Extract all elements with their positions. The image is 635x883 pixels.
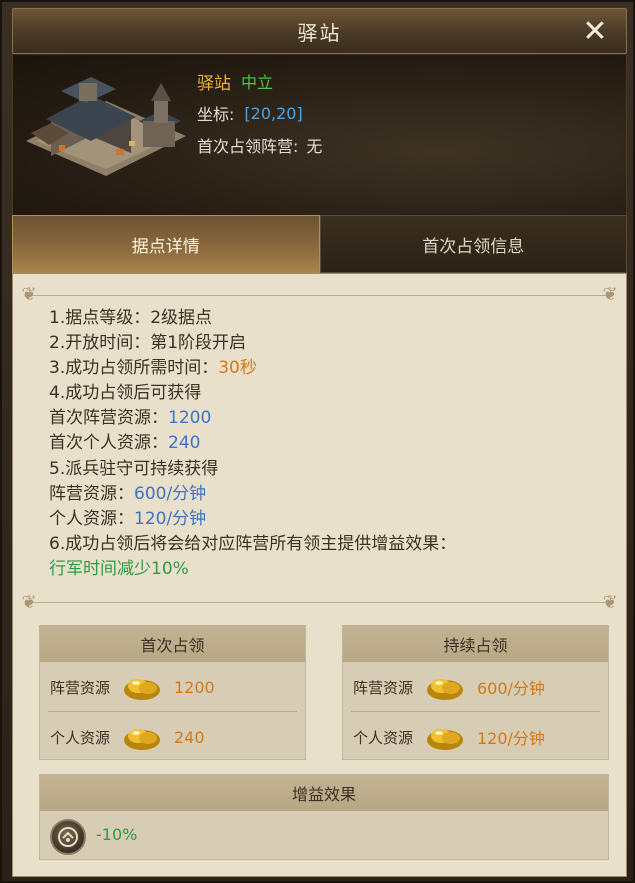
first-capture-faction-row: 阵营资源 1200 — [40, 665, 305, 709]
continuous-personal-row: 个人资源 120/分钟 — [343, 715, 608, 759]
detail-level: 1.据点等级：2级据点 — [49, 308, 213, 328]
corner-ornament-icon: ❦ — [602, 592, 618, 613]
coord-link[interactable]: [20,20] — [244, 104, 302, 123]
corner-ornament-icon: ❦ — [21, 284, 37, 305]
tab-bar: 据点详情 首次占领信息 — [12, 215, 627, 273]
detail-open-time: 2.开放时间：第1阶段开启 — [49, 333, 247, 354]
detail-buff-heading: 6.成功占领后将会给对应阵营所有领主提供增益效果： — [49, 533, 457, 554]
tab-stronghold-details[interactable]: 据点详情 — [12, 215, 320, 273]
title-bar: 驿站 ✕ — [12, 8, 627, 54]
continuous-faction-row: 阵营资源 600/分钟 — [343, 665, 608, 709]
detail-garrison-heading: 5.派兵驻守可持续获得 — [49, 458, 219, 479]
continuous-capture-card: 持续占领 阵营资源 600/分钟 个人资源 120/分钟 — [342, 625, 609, 760]
station-name: 驿站 — [197, 73, 231, 94]
coord-label: 坐标: — [197, 105, 235, 124]
station-info: 驿站 中立 坐标: [20,20] 首次占领阵营: 无 — [197, 65, 322, 161]
station-header: 驿站 中立 坐标: [20,20] 首次占领阵营: 无 — [12, 55, 627, 215]
row-divider — [351, 711, 600, 712]
detail-capture-time: 3.成功占领所需时间：30秒 — [49, 358, 257, 379]
corner-ornament-icon: ❦ — [21, 592, 37, 613]
first-capture-faction-label: 首次占领阵营: — [197, 137, 299, 156]
corner-ornament-icon: ❦ — [602, 284, 618, 305]
march-speed-icon — [50, 819, 86, 855]
detail-first-personal-resource: 首次个人资源：240 — [49, 433, 201, 454]
detail-buff-value: 行军时间减少10% — [49, 558, 189, 579]
close-icon: ✕ — [582, 14, 608, 49]
detail-first-faction-resource: 首次阵营资源：1200 — [49, 408, 212, 429]
buff-value: -10% — [96, 825, 138, 844]
first-capture-card: 首次占领 阵营资源 1200 个人资源 240 — [39, 625, 306, 760]
details-panel: ❦ ❦ ❦ ❦ 1.据点等级：2级据点 2.开放时间：第1阶段开启 3.成功占领… — [12, 273, 627, 877]
continuous-capture-title: 持续占领 — [343, 626, 608, 662]
gold-icon — [427, 679, 463, 700]
gold-icon — [124, 729, 160, 750]
details-description: ❦ ❦ ❦ ❦ 1.据点等级：2级据点 2.开放时间：第1阶段开启 3.成功占领… — [21, 284, 617, 613]
station-building-image — [26, 77, 186, 176]
first-capture-personal-row: 个人资源 240 — [40, 715, 305, 759]
window-title: 驿站 — [297, 20, 342, 45]
close-button[interactable]: ✕ — [580, 17, 610, 47]
tab-first-capture-info[interactable]: 首次占领信息 — [319, 215, 627, 273]
buff-card: 增益效果 -10% — [39, 774, 609, 860]
station-info-window: 驿站 ✕ 驿站 中立 坐标: [20,20] 首次占领阵营: 无 据点详情 首次… — [0, 0, 635, 883]
first-capture-title: 首次占领 — [40, 626, 305, 662]
detail-rewards-heading: 4.成功占领后可获得 — [49, 383, 202, 404]
row-divider — [48, 711, 297, 712]
status-badge: 中立 — [241, 73, 274, 92]
detail-personal-resource-rate: 个人资源：120/分钟 — [49, 508, 207, 529]
detail-faction-resource-rate: 阵营资源：600/分钟 — [49, 483, 207, 504]
capture-time-value: 30秒 — [218, 358, 257, 379]
first-capture-faction-value: 无 — [306, 137, 323, 156]
gold-icon — [124, 679, 160, 700]
buff-title: 增益效果 — [40, 775, 608, 811]
gold-icon — [427, 729, 463, 750]
